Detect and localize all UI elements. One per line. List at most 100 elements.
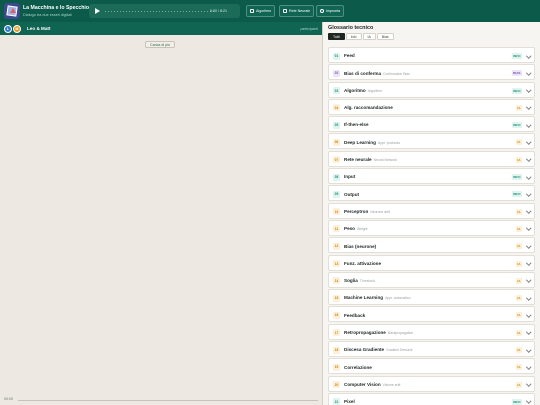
item-term: Feed: [344, 53, 357, 58]
item-number: 10: [333, 208, 340, 216]
category-badge: BIAS: [511, 70, 522, 77]
glossary-item[interactable]: 03 Algoritmo Algorithm INFO: [328, 81, 535, 98]
glossary-item[interactable]: 18 Discesa Gradiente Gradient Descent IA: [328, 341, 535, 358]
glossary-item[interactable]: 02 Bias di conferma Confirmation Bias BIAS: [328, 64, 535, 81]
glossary-item[interactable]: 10 Perceptron Neurone artif. IA: [328, 202, 535, 219]
tab-bias[interactable]: Bias: [376, 33, 394, 40]
glossary-item[interactable]: 07 Rete neurale Neural Network IA: [328, 150, 535, 167]
glossary-item[interactable]: 13 Funz. attivazione IA: [328, 254, 535, 271]
category-badge: IA: [515, 295, 522, 302]
chat-area: Carica di più: [0, 35, 322, 405]
item-term: Peso Weight: [344, 226, 367, 231]
algorithm-button[interactable]: Algoritmo: [246, 5, 276, 17]
glossary-item[interactable]: 21 Pixel INFO: [328, 392, 535, 405]
category-badge: IA: [515, 225, 522, 232]
item-term: If-then-else: [344, 122, 371, 127]
chevron-down-icon[interactable]: [525, 277, 531, 283]
term-label: Output: [344, 191, 360, 197]
item-number: 08: [333, 173, 340, 181]
chevron-down-icon[interactable]: [525, 294, 531, 300]
glossary-item[interactable]: 11 Peso Weight IA: [328, 219, 535, 236]
audio-timecode: 0:00 / 8:21: [210, 8, 227, 13]
chevron-down-icon[interactable]: [525, 329, 531, 335]
chevron-down-icon[interactable]: [525, 243, 531, 248]
chevron-down-icon[interactable]: [525, 139, 531, 145]
glossary-item[interactable]: 09 Output INFO: [328, 185, 535, 202]
term-label: Machine Learning: [344, 295, 384, 301]
chevron-down-icon[interactable]: [525, 346, 531, 352]
category-badge: INFO: [511, 87, 522, 94]
chevron-down-icon[interactable]: [525, 173, 531, 179]
tab-all[interactable]: Tutti: [328, 33, 345, 40]
item-term: Algoritmo Algorithm: [344, 88, 382, 93]
glossary-item[interactable]: 16 Feedback IA: [328, 306, 535, 323]
audio-progress-track[interactable]: [105, 10, 215, 12]
imprint-button[interactable]: Impronta: [316, 5, 345, 17]
tab-info[interactable]: Info: [345, 33, 362, 40]
glossary-item[interactable]: 12 Bias (neurone) IA: [328, 237, 535, 254]
glossary-item[interactable]: 05 If-then-else INFO: [328, 116, 535, 133]
term-label: Deep Learning: [344, 139, 376, 145]
term-label: Algoritmo: [344, 87, 366, 93]
neural-network-button[interactable]: Rete Neurale: [279, 5, 315, 17]
chevron-down-icon[interactable]: [525, 225, 531, 231]
chevron-down-icon[interactable]: [525, 191, 531, 197]
item-term: Soglia Threshold: [344, 278, 375, 283]
item-term: Machine Learning Appr. automatico: [344, 295, 411, 300]
glossary-item[interactable]: 04 Alg. raccomandazione IA: [328, 98, 535, 115]
chevron-down-icon[interactable]: [525, 87, 531, 93]
load-more-button[interactable]: Carica di più: [145, 41, 175, 48]
item-number: 15: [333, 294, 340, 302]
tab-ia[interactable]: IA: [362, 33, 376, 40]
term-label: Pixel: [344, 399, 355, 405]
timeline-track[interactable]: [18, 399, 318, 401]
item-term: Correlazione: [344, 365, 374, 370]
glossary-tabs: Tutti Info IA Bias: [328, 33, 394, 40]
item-number: 14: [333, 277, 340, 285]
conversation-title: Leo & Matt: [27, 26, 51, 31]
app-title: La Macchina e lo Specchio: [23, 5, 90, 11]
glossary-item[interactable]: 20 Computer Vision Visione artif. IA: [328, 375, 535, 392]
glossary-item[interactable]: 17 Retropropagazione Backpropagation IA: [328, 323, 535, 340]
term-translation: Visione artif.: [382, 382, 402, 387]
chevron-down-icon[interactable]: [525, 52, 531, 58]
item-number: 19: [333, 363, 340, 371]
term-translation: Algorithm: [367, 88, 383, 93]
chevron-down-icon[interactable]: [525, 104, 531, 110]
app-logo: [4, 3, 20, 19]
chevron-down-icon[interactable]: [525, 260, 531, 266]
item-number: 18: [333, 346, 340, 354]
category-badge: INFO: [511, 53, 522, 59]
term-translation: Appr. profondo: [377, 140, 401, 145]
term-label: Bias (neurone): [344, 243, 377, 249]
item-term: Computer Vision Visione artif.: [344, 382, 401, 387]
grid-icon: [250, 9, 254, 13]
glossary-item[interactable]: 01 Feed INFO: [328, 47, 535, 63]
glossary-item[interactable]: 15 Machine Learning Appr. automatico IA: [328, 289, 535, 306]
chevron-down-icon[interactable]: [525, 121, 531, 127]
chevron-down-icon[interactable]: [525, 70, 531, 76]
category-badge: IA: [515, 312, 522, 319]
chevron-down-icon[interactable]: [525, 381, 531, 387]
item-number: 11: [333, 225, 340, 233]
play-icon[interactable]: [95, 8, 100, 14]
glossary-item[interactable]: 14 Soglia Threshold IA: [328, 271, 535, 288]
chevron-down-icon[interactable]: [525, 156, 531, 162]
bottom-timeline: 00:00: [0, 395, 322, 405]
item-number: 06: [333, 138, 340, 146]
term-translation: Backpropagation: [387, 331, 414, 336]
category-badge: INFO: [511, 191, 522, 198]
category-badge: IA: [515, 381, 522, 388]
chevron-down-icon[interactable]: [525, 364, 531, 370]
term-label: Retropropagazione: [344, 330, 386, 336]
glossary-item[interactable]: 08 Input INFO: [328, 168, 535, 185]
glossary-item[interactable]: 06 Deep Learning Appr. profondo IA: [328, 133, 535, 150]
bottom-time: 00:00: [4, 397, 13, 401]
chevron-down-icon[interactable]: [525, 312, 531, 318]
item-term: Perceptron Neurone artif.: [344, 209, 391, 214]
glossary-item[interactable]: 19 Correlazione IA: [328, 358, 535, 375]
chevron-down-icon[interactable]: [525, 398, 531, 404]
chevron-down-icon[interactable]: [525, 208, 531, 214]
fingerprint-icon: [320, 9, 324, 13]
item-term: Bias (neurone): [344, 244, 378, 249]
